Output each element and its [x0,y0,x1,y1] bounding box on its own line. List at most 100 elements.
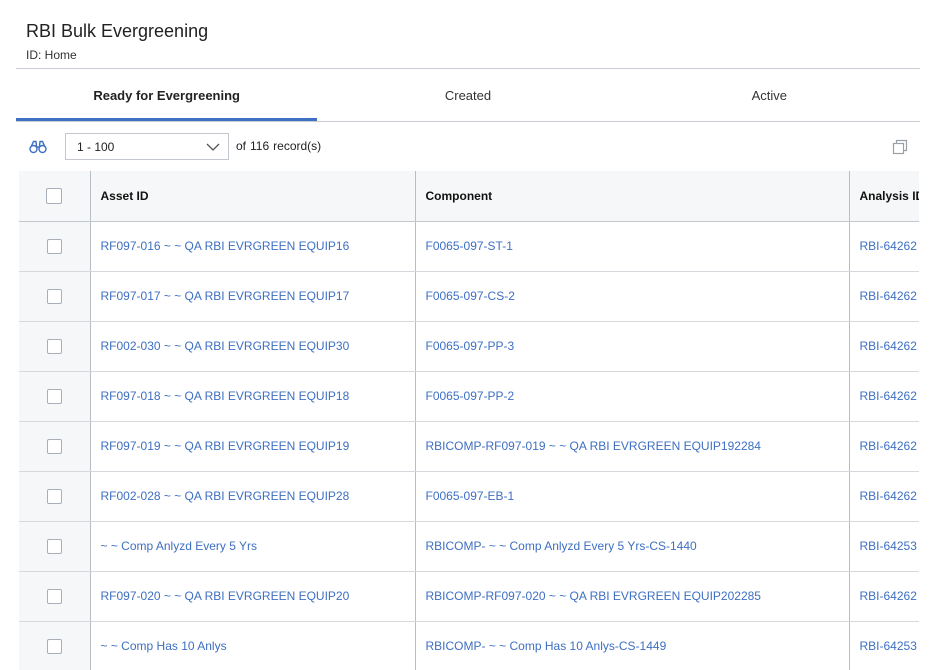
table-row: RF002-030 ~ ~ QA RBI EVRGREEN EQUIP30 F00… [19,321,919,372]
records-table: Asset ID Component Analysis ID RF097-016… [19,171,919,670]
page-range-select[interactable]: 1 - 100 [65,133,229,160]
row-checkbox[interactable] [46,338,62,354]
asset-id-cell: RF097-020 ~ ~ QA RBI EVRGREEN EQUIP20 [90,571,416,622]
component-cell: RBICOMP- ~ ~ Comp Anlyzd Every 5 Yrs-CS-… [415,521,850,572]
analysis-id-cell: RBI-64262 [849,421,919,472]
asset-id-cell: RF097-016 ~ ~ QA RBI EVRGREEN EQUIP16 [90,221,416,272]
asset-id-link[interactable]: RF097-019 ~ ~ QA RBI EVRGREEN EQUIP19 [101,439,350,453]
component-cell: RBICOMP-RF097-019 ~ ~ QA RBI EVRGREEN EQ… [415,421,850,472]
table-row: RF097-016 ~ ~ QA RBI EVRGREEN EQUIP16 F00… [19,221,919,272]
asset-id-link[interactable]: ~ ~ Comp Anlyzd Every 5 Yrs [101,539,258,553]
component-cell: F0065-097-CS-2 [415,271,850,322]
component-cell: F0065-097-PP-3 [415,321,850,372]
component-cell: F0065-097-ST-1 [415,221,850,272]
row-select-cell [19,621,91,670]
component-link[interactable]: F0065-097-ST-1 [426,239,513,253]
copy-icon[interactable] [892,139,908,155]
component-link[interactable]: RBICOMP- ~ ~ Comp Anlyzd Every 5 Yrs-CS-… [426,539,697,553]
of-label: of [236,139,247,153]
asset-id-cell: ~ ~ Comp Has 10 Anlys [90,621,416,670]
row-checkbox[interactable] [46,488,62,504]
tab-bar: Ready for Evergreening Created Active [16,69,920,121]
analysis-id-link[interactable]: RBI-64262 [860,589,917,603]
table-row: RF097-020 ~ ~ QA RBI EVRGREEN EQUIP20 RBI… [19,571,919,622]
component-cell: F0065-097-PP-2 [415,371,850,422]
tab-active[interactable]: Active [619,69,920,121]
component-cell: RBICOMP- ~ ~ Comp Has 10 Anlys-CS-1449 [415,621,850,670]
table-row: ~ ~ Comp Anlyzd Every 5 Yrs RBICOMP- ~ ~ … [19,521,919,572]
row-select-cell [19,221,91,272]
table-row: ~ ~ Comp Has 10 Anlys RBICOMP- ~ ~ Comp H… [19,621,919,670]
analysis-id-cell: RBI-64262 [849,471,919,522]
analysis-id-cell: RBI-64262 [849,271,919,322]
grid-toolbar: 1 - 100 of 116 record(s) [16,133,920,162]
analysis-id-link[interactable]: RBI-64262 [860,489,917,503]
asset-id-cell: RF097-017 ~ ~ QA RBI EVRGREEN EQUIP17 [90,271,416,322]
component-link[interactable]: RBICOMP-RF097-019 ~ ~ QA RBI EVRGREEN EQ… [426,439,761,453]
component-link[interactable]: F0065-097-PP-2 [426,389,515,403]
table-header-row: Asset ID Component Analysis ID [19,171,919,222]
chevron-down-icon [206,143,220,151]
analysis-id-cell: RBI-64253 [849,621,919,670]
analysis-id-cell: RBI-64262 [849,371,919,422]
page-header: RBI Bulk Evergreening ID: Home [26,20,208,62]
asset-id-link[interactable]: RF097-016 ~ ~ QA RBI EVRGREEN EQUIP16 [101,239,350,253]
asset-id-cell: RF097-018 ~ ~ QA RBI EVRGREEN EQUIP18 [90,371,416,422]
row-checkbox[interactable] [46,538,62,554]
analysis-id-link[interactable]: RBI-64262 [860,439,917,453]
row-select-cell [19,321,91,372]
column-header-analysis-id[interactable]: Analysis ID [849,171,919,222]
page-range-value: 1 - 100 [77,140,115,154]
analysis-id-cell: RBI-64262 [849,221,919,272]
table-row: RF097-019 ~ ~ QA RBI EVRGREEN EQUIP19 RBI… [19,421,919,472]
analysis-id-link[interactable]: RBI-64262 [860,339,917,353]
table-row: RF097-017 ~ ~ QA RBI EVRGREEN EQUIP17 F00… [19,271,919,322]
component-cell: RBICOMP-RF097-020 ~ ~ QA RBI EVRGREEN EQ… [415,571,850,622]
record-count: of 116 record(s) [236,133,325,160]
page-subtitle: ID: Home [26,48,77,62]
analysis-id-link[interactable]: RBI-64262 [860,289,917,303]
row-select-cell [19,371,91,422]
row-checkbox[interactable] [46,288,62,304]
tab-ready-for-evergreening[interactable]: Ready for Evergreening [16,69,318,121]
row-checkbox[interactable] [46,588,62,604]
asset-id-link[interactable]: RF097-017 ~ ~ QA RBI EVRGREEN EQUIP17 [101,289,350,303]
asset-id-link[interactable]: RF002-030 ~ ~ QA RBI EVRGREEN EQUIP30 [101,339,350,353]
table-row: RF002-028 ~ ~ QA RBI EVRGREEN EQUIP28 F00… [19,471,919,522]
analysis-id-link[interactable]: RBI-64262 [860,239,917,253]
row-checkbox[interactable] [46,638,62,654]
data-grid: Asset ID Component Analysis ID RF097-016… [19,171,919,670]
component-link[interactable]: F0065-097-PP-3 [426,339,515,353]
component-link[interactable]: RBICOMP- ~ ~ Comp Has 10 Anlys-CS-1449 [426,639,667,653]
analysis-id-cell: RBI-64253 [849,521,919,572]
asset-id-link[interactable]: ~ ~ Comp Has 10 Anlys [101,639,227,653]
row-select-cell [19,521,91,572]
asset-id-cell: RF002-030 ~ ~ QA RBI EVRGREEN EQUIP30 [90,321,416,372]
column-header-component[interactable]: Component [415,171,850,222]
records-label: record(s) [273,139,322,153]
row-checkbox[interactable] [46,238,62,254]
row-checkbox[interactable] [46,438,62,454]
tab-created[interactable]: Created [317,69,618,121]
asset-id-cell: ~ ~ Comp Anlyzd Every 5 Yrs [90,521,416,572]
analysis-id-link[interactable]: RBI-64253 [860,639,917,653]
analysis-id-link[interactable]: RBI-64262 [860,389,917,403]
select-all-cell [19,171,91,222]
asset-id-link[interactable]: RF097-020 ~ ~ QA RBI EVRGREEN EQUIP20 [101,589,350,603]
analysis-id-link[interactable]: RBI-64253 [860,539,917,553]
row-select-cell [19,571,91,622]
record-total: 116 [250,139,270,153]
binoculars-icon[interactable] [29,140,47,154]
component-link[interactable]: F0065-097-CS-2 [426,289,515,303]
row-select-cell [19,471,91,522]
component-link[interactable]: F0065-097-EB-1 [426,489,515,503]
component-link[interactable]: RBICOMP-RF097-020 ~ ~ QA RBI EVRGREEN EQ… [426,589,761,603]
asset-id-cell: RF097-019 ~ ~ QA RBI EVRGREEN EQUIP19 [90,421,416,472]
row-select-cell [19,421,91,472]
page-title: RBI Bulk Evergreening [26,21,209,41]
row-checkbox[interactable] [46,388,62,404]
asset-id-link[interactable]: RF002-028 ~ ~ QA RBI EVRGREEN EQUIP28 [101,489,350,503]
asset-id-link[interactable]: RF097-018 ~ ~ QA RBI EVRGREEN EQUIP18 [101,389,350,403]
column-header-asset-id[interactable]: Asset ID [90,171,416,222]
select-all-checkbox[interactable] [46,187,63,204]
